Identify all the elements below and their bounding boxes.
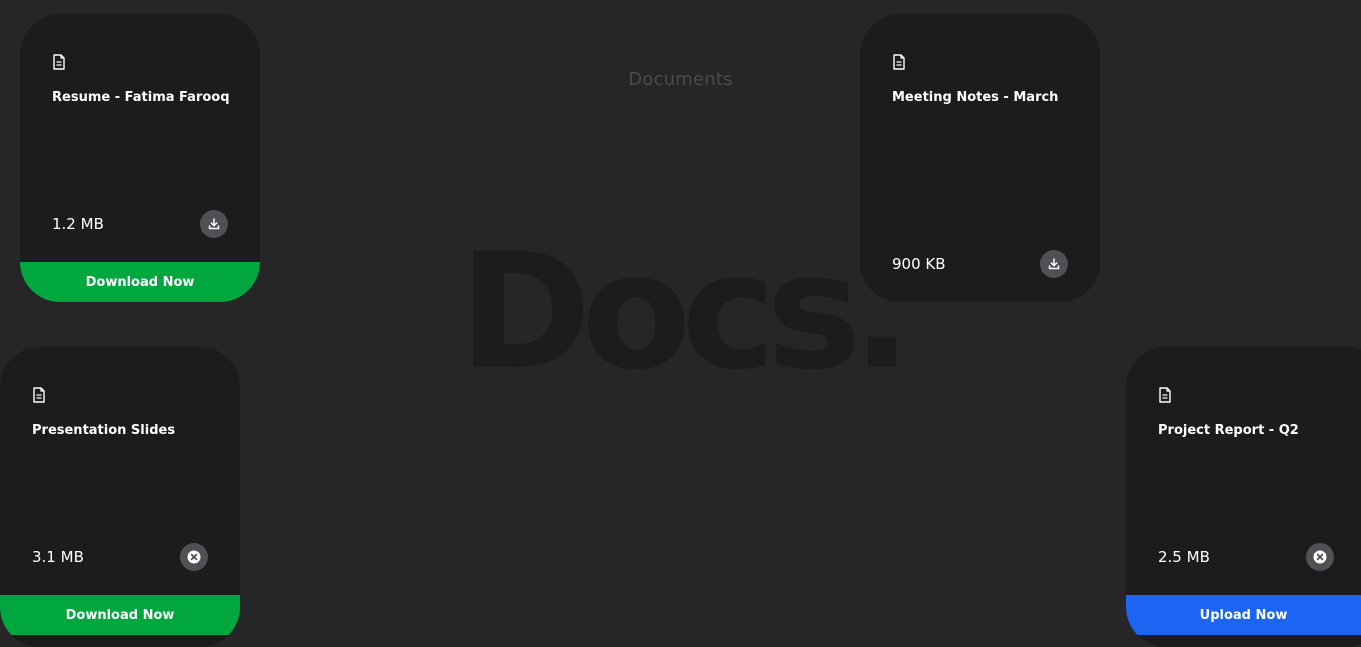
document-icon bbox=[53, 54, 65, 70]
document-card-presentation: Presentation Slides 3.1 MB Download Now bbox=[0, 347, 240, 647]
file-size: 3.1 MB bbox=[32, 548, 84, 566]
download-button[interactable] bbox=[1040, 250, 1068, 278]
document-icon bbox=[33, 387, 45, 403]
document-title: Presentation Slides bbox=[32, 423, 176, 438]
document-title: Resume - Fatima Farooq bbox=[52, 90, 230, 105]
file-size: 900 KB bbox=[892, 255, 946, 273]
document-card-meeting-notes: Meeting Notes - March 900 KB bbox=[860, 14, 1100, 302]
document-title: Project Report - Q2 bbox=[1158, 423, 1299, 438]
download-now-button[interactable]: Download Now bbox=[0, 595, 240, 635]
close-circle-icon bbox=[187, 550, 201, 564]
file-size: 1.2 MB bbox=[52, 215, 104, 233]
document-card-project-report: Project Report - Q2 2.5 MB Upload Now bbox=[1126, 347, 1361, 647]
download-icon bbox=[208, 218, 220, 230]
document-card-resume: Resume - Fatima Farooq 1.2 MB Download N… bbox=[20, 14, 260, 302]
document-icon bbox=[1159, 387, 1171, 403]
close-circle-icon bbox=[1313, 550, 1327, 564]
download-button[interactable] bbox=[200, 210, 228, 238]
cancel-button[interactable] bbox=[1306, 543, 1334, 571]
upload-now-button[interactable]: Upload Now bbox=[1126, 595, 1361, 635]
download-icon bbox=[1048, 258, 1060, 270]
download-now-button[interactable]: Download Now bbox=[20, 262, 260, 302]
cancel-button[interactable] bbox=[180, 543, 208, 571]
file-size: 2.5 MB bbox=[1158, 548, 1210, 566]
document-icon bbox=[893, 54, 905, 70]
document-title: Meeting Notes - March bbox=[892, 90, 1059, 105]
